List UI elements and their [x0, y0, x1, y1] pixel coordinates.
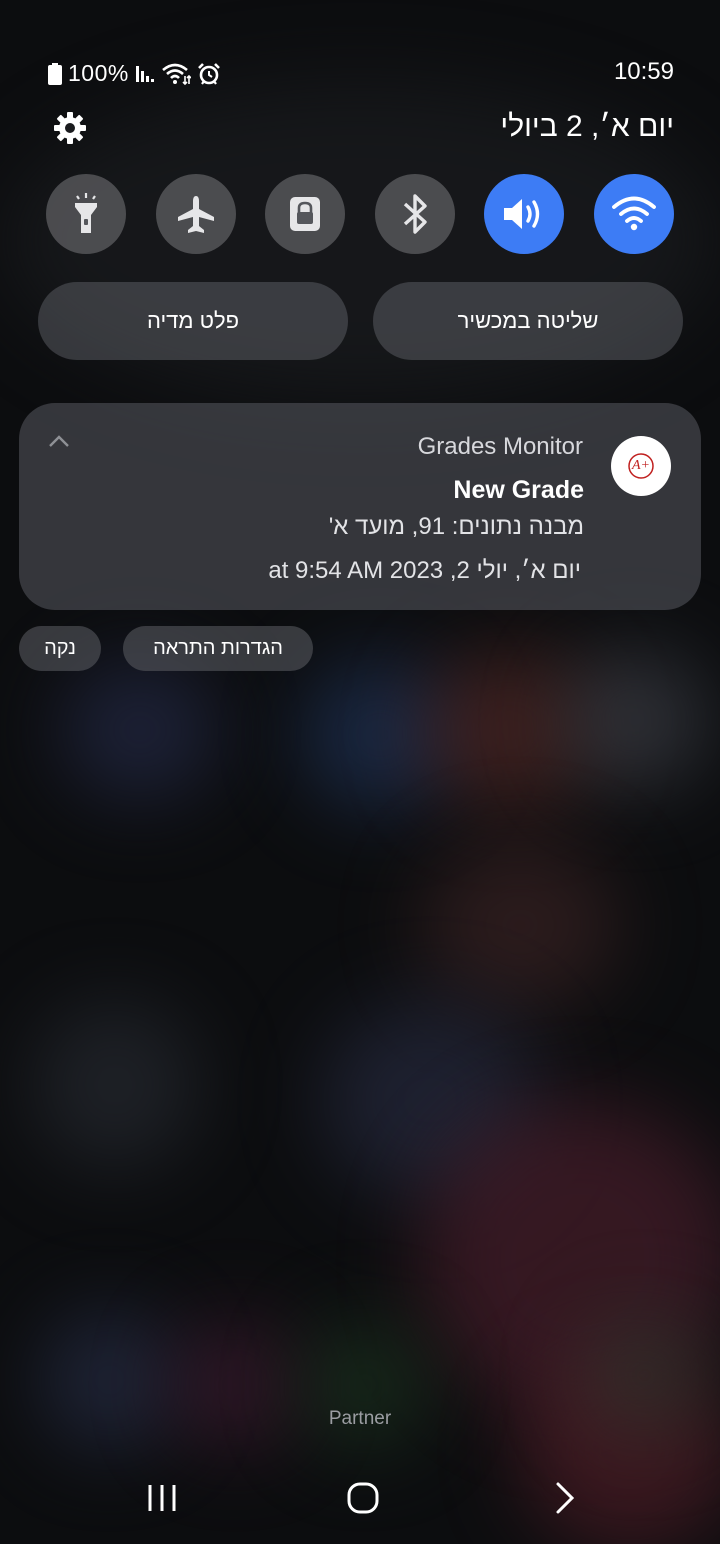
notification-settings-button[interactable]: הגדרות התראה	[123, 626, 313, 671]
recent-apps-button[interactable]	[132, 1470, 192, 1526]
flashlight-toggle[interactable]	[46, 174, 126, 254]
signal-icon	[135, 65, 154, 82]
airplane-mode-toggle[interactable]	[156, 174, 236, 254]
battery-percentage: 100%	[68, 60, 129, 86]
back-button[interactable]	[534, 1470, 594, 1526]
battery-icon	[48, 62, 62, 85]
back-chevron-icon	[556, 1482, 575, 1514]
clock: 10:59	[613, 58, 674, 85]
status-bar: 100% 10:59	[0, 52, 720, 92]
home-icon	[347, 1482, 379, 1514]
media-output-label: פלט מדיה	[146, 308, 240, 333]
collapse-chevron-icon[interactable]	[47, 433, 71, 449]
wifi-icon	[612, 196, 656, 231]
clear-label: נקה	[44, 637, 76, 659]
grades-app-icon: A+	[611, 436, 671, 496]
app-icon-text: A+	[632, 458, 650, 473]
media-output-button[interactable]: פלט מדיה	[38, 282, 348, 360]
flashlight-icon	[75, 193, 97, 233]
airplane-icon	[178, 196, 214, 233]
alarm-icon	[197, 62, 220, 85]
home-button[interactable]	[333, 1470, 393, 1526]
carrier-label: Partner	[328, 1408, 392, 1429]
clear-button[interactable]: נקה	[19, 626, 101, 671]
quick-settings-row	[46, 174, 674, 254]
notification-settings-label: הגדרות התראה	[153, 637, 283, 659]
navigation-bar	[0, 1470, 720, 1530]
notification-card[interactable]: Grades Monitor New Grade מבנה נתונים: 91…	[19, 403, 701, 610]
notification-time: יום א׳, יולי 2, 2023 at 9:54 AM	[268, 557, 581, 584]
recent-apps-icon	[148, 1485, 176, 1511]
notification-title: New Grade	[453, 476, 584, 504]
bluetooth-icon	[403, 194, 427, 234]
notification-app-name: Grades Monitor	[417, 433, 583, 460]
device-control-label: שליטה במכשיר	[457, 308, 599, 333]
status-indicators: 100%	[48, 60, 221, 87]
lock-icon	[290, 197, 320, 231]
settings-gear-icon[interactable]	[52, 110, 88, 146]
wifi-toggle[interactable]	[594, 174, 674, 254]
wifi-status-icon	[161, 63, 191, 85]
date-label: יום א׳, 2 ביולי	[500, 110, 674, 143]
lock-toggle[interactable]	[265, 174, 345, 254]
device-control-button[interactable]: שליטה במכשיר	[373, 282, 683, 360]
notification-body: מבנה נתונים: 91, מועד א'	[328, 513, 584, 540]
volume-icon	[504, 199, 540, 229]
bluetooth-toggle[interactable]	[375, 174, 455, 254]
sound-toggle[interactable]	[484, 174, 564, 254]
